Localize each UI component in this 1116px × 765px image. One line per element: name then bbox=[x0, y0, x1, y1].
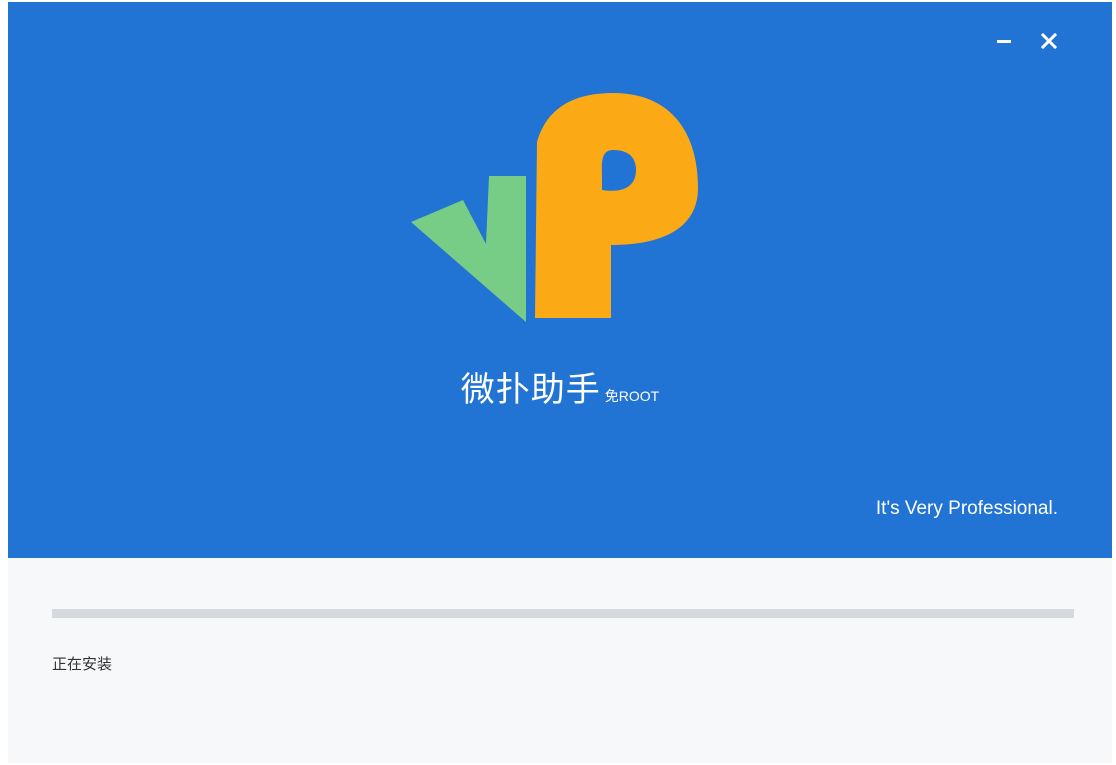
minimize-button[interactable] bbox=[987, 24, 1021, 58]
title-row: 微扑助手 免ROOT bbox=[8, 362, 1112, 411]
app-logo bbox=[411, 93, 698, 322]
app-subtitle: 免ROOT bbox=[604, 388, 660, 404]
app-title: 微扑助手 bbox=[460, 370, 601, 410]
installer-window: 微扑助手 免ROOT It's Very Professional. 正在安装 bbox=[8, 2, 1112, 763]
hero-banner: 微扑助手 免ROOT It's Very Professional. bbox=[8, 2, 1112, 558]
status-text: 正在安装 bbox=[52, 655, 113, 673]
install-footer: 正在安装 bbox=[8, 558, 1112, 763]
logo-v-shape bbox=[411, 176, 526, 322]
progress-bar bbox=[52, 609, 1074, 618]
close-button[interactable] bbox=[1032, 24, 1066, 58]
logo-p-shape bbox=[535, 93, 698, 318]
minimize-icon bbox=[997, 40, 1011, 43]
slogan: It's Very Professional. bbox=[875, 498, 1058, 519]
close-icon bbox=[1040, 32, 1058, 50]
